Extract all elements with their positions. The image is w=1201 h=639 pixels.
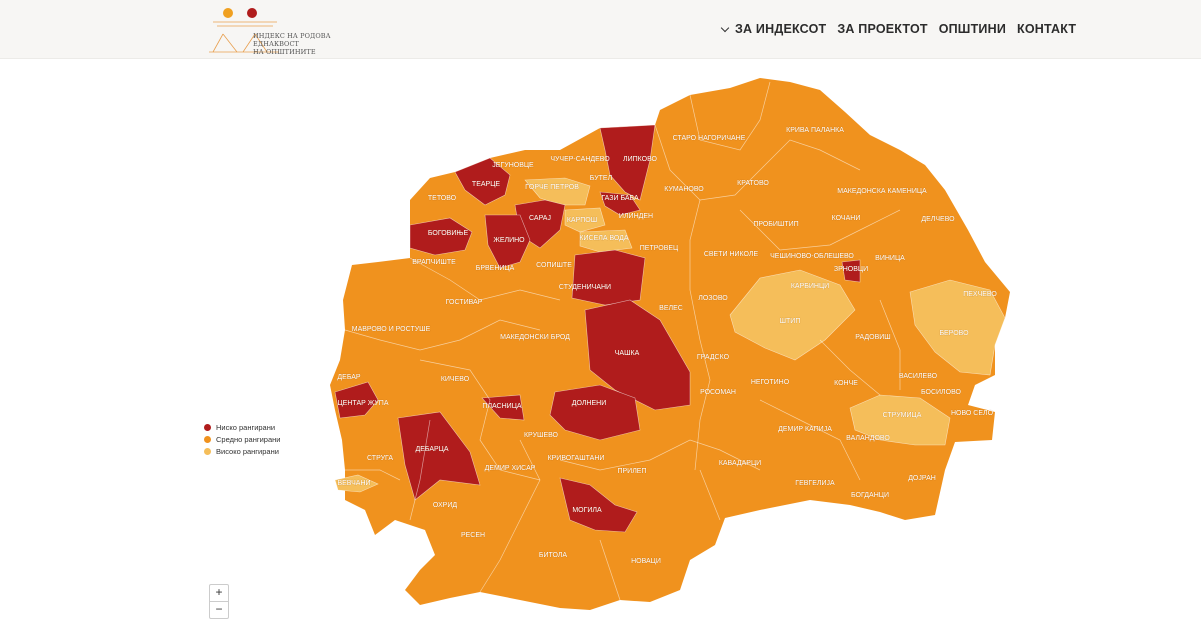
municipality-зрновци-label: ЗРНОВЦИ (834, 266, 868, 273)
municipality-струга-label: СТРУГА (367, 455, 393, 462)
municipality-босилово-label: БОСИЛОВО (921, 389, 962, 396)
municipality-штип-label: ШТИП (780, 318, 801, 325)
municipality-студеничани-label: СТУДЕНИЧАНИ (559, 284, 611, 291)
municipality-илинден-label: ИЛИНДЕН (619, 213, 653, 220)
municipalities-map[interactable]: СТАРО НАГОРИЧАНЕ КРИВА ПАЛАНКА ЈЕГУНОВЦЕ ЧУ… (0, 0, 1201, 639)
municipality-липково-label: ЛИПКОВО (623, 156, 658, 163)
municipality-карбинци-label: КАРБИНЦИ (791, 283, 829, 290)
municipality-кичево-label: КИЧЕВО (441, 376, 470, 383)
municipality-василево-label: ВАСИЛЕВО (899, 373, 938, 380)
municipality-струмица-label: СТРУМИЦА (883, 412, 922, 419)
legend-label: Ниско рангирани (216, 422, 276, 432)
municipality-петровец-label: ПЕТРОВЕЦ (640, 245, 679, 252)
legend-dot-icon (204, 447, 211, 455)
municipality-чешиново-облешево-label: ЧЕШИНОВО-ОБЛЕШЕВО (770, 253, 854, 260)
municipality-желино-label: ЖЕЛИНО (493, 237, 525, 244)
municipality-гази-баба-label: ГАЗИ БАБА (601, 195, 639, 202)
municipality-тетово-label: ТЕТОВО (428, 195, 457, 202)
municipality-македонски-брод-label: МАКЕДОНСКИ БРОД (500, 334, 570, 341)
municipality-студеничани-region[interactable] (571, 249, 646, 306)
municipality-македонска-каменица-label: МАКЕДОНСКА КАМЕНИЦА (837, 188, 927, 195)
municipality-ресен-label: РЕСЕН (461, 532, 485, 539)
legend-dot-icon (204, 423, 211, 431)
municipality-дебарца-label: ДЕБАРЦА (415, 446, 448, 453)
municipality-чучер-сандево-label: ЧУЧЕР-САНДЕВО (550, 156, 610, 163)
municipality-делчево-label: ДЕЛЧЕВО (921, 216, 955, 223)
municipality-валандово-label: ВАЛАНДОВО (846, 435, 890, 442)
municipality-маврово-и-ростуше-label: МАВРОВО И РОСТУШЕ (352, 326, 431, 333)
municipality-долнени-label: ДОЛНЕНИ (572, 400, 607, 407)
municipality-кратово-label: КРАТОВО (737, 180, 769, 187)
municipality-сарај-label: САРАЈ (529, 215, 551, 222)
municipality-велес-label: ВЕЛЕС (659, 305, 683, 312)
municipality-бутел-label: БУТЕЛ (590, 175, 613, 182)
legend-item-medium: Средно рангирани (204, 433, 280, 445)
zoom-out-button[interactable]: − (210, 601, 228, 618)
municipality-прилеп-label: ПРИЛЕП (617, 468, 646, 475)
municipality-дебар-label: ДЕБАР (337, 374, 361, 381)
municipality-пехчево-label: ПЕХЧЕВО (963, 291, 997, 298)
municipality-битола-label: БИТОЛА (539, 552, 568, 559)
municipality-пласница-label: ПЛАСНИЦА (482, 403, 521, 410)
zoom-in-button[interactable]: + (210, 585, 228, 601)
municipality-демир-капија-label: ДЕМИР КАПИЈА (778, 426, 832, 433)
zoom-control: + − (209, 584, 229, 619)
legend-item-high: Високо рангирани (204, 445, 280, 457)
municipality-чашка-label: ЧАШКА (615, 350, 640, 357)
legend-dot-icon (204, 435, 211, 443)
municipality-ново-село-label: НОВО СЕЛО (951, 410, 994, 417)
municipality-богданци-label: БОГДАНЦИ (851, 492, 889, 499)
municipality-врапчиште-label: ВРАПЧИШТЕ (412, 259, 456, 266)
municipality-кавадарци-label: КАВАДАРЦИ (719, 460, 761, 467)
legend-label: Високо рангирани (216, 446, 279, 456)
municipality-гевгелија-label: ГЕВГЕЛИЈА (795, 480, 835, 487)
municipality-вевчани-label: ВЕВЧАНИ (337, 480, 370, 487)
municipality-пробиштип-label: ПРОБИШТИП (753, 221, 798, 228)
municipality-кисела-вода-label: КИСЕЛА ВОДА (579, 235, 629, 242)
legend-item-low: Ниско рангирани (204, 421, 280, 433)
municipality-гостивар-label: ГОСТИВАР (446, 299, 483, 306)
municipality-ѓорче-петров-label: ЃОРЧЕ ПЕТРОВ (525, 182, 579, 191)
municipality-охрид-label: ОХРИД (433, 502, 457, 509)
municipality-кривогаштани-label: КРИВОГАШТАНИ (548, 455, 605, 462)
municipality-теарце-label: ТЕАРЦЕ (472, 181, 500, 188)
municipality-јегуновце-label: ЈЕГУНОВЦЕ (492, 162, 534, 169)
municipality-карпош-label: КАРПОШ (567, 217, 597, 224)
map-legend: Ниско рангирани Средно рангирани Високо … (204, 421, 280, 457)
municipality-виница-label: ВИНИЦА (875, 255, 905, 262)
municipality-демир-хисар-label: ДЕМИР ХИСАР (485, 465, 536, 472)
municipality-градско-label: ГРАДСКО (697, 354, 730, 361)
municipality-дојран-label: ДОЈРАН (908, 475, 936, 482)
municipality-крушево-label: КРУШЕВО (524, 432, 559, 439)
municipality-берово-label: БЕРОВО (939, 330, 969, 337)
municipality-боговиње-label: БОГОВИЊЕ (428, 230, 469, 237)
municipality-сопиште-label: СОПИШТЕ (536, 262, 572, 269)
municipality-старо-нагоричане-label: СТАРО НАГОРИЧАНЕ (673, 135, 746, 142)
municipality-центар-жупа-label: ЦЕНТАР ЖУПА (338, 400, 389, 407)
municipality-куманово-label: КУМАНОВО (664, 186, 704, 193)
legend-label: Средно рангирани (216, 434, 281, 444)
municipality-неготино-label: НЕГОТИНО (751, 379, 790, 386)
municipality-крива-паланка-label: КРИВА ПАЛАНКА (786, 127, 844, 134)
municipality-кочани-label: КОЧАНИ (832, 215, 861, 222)
municipality-брвеница-label: БРВЕНИЦА (476, 265, 515, 272)
municipality-радовиш-label: РАДОВИШ (855, 334, 890, 341)
municipality-росоман-label: РОСОМАН (700, 389, 736, 396)
municipality-новаци-label: НОВАЦИ (631, 558, 661, 565)
municipality-лозово-label: ЛОЗОВО (698, 295, 728, 302)
municipality-конче-label: КОНЧЕ (834, 380, 858, 387)
municipality-свети-николе-label: СВЕТИ НИКОЛЕ (704, 251, 759, 258)
municipality-могила-label: МОГИЛА (572, 507, 602, 514)
